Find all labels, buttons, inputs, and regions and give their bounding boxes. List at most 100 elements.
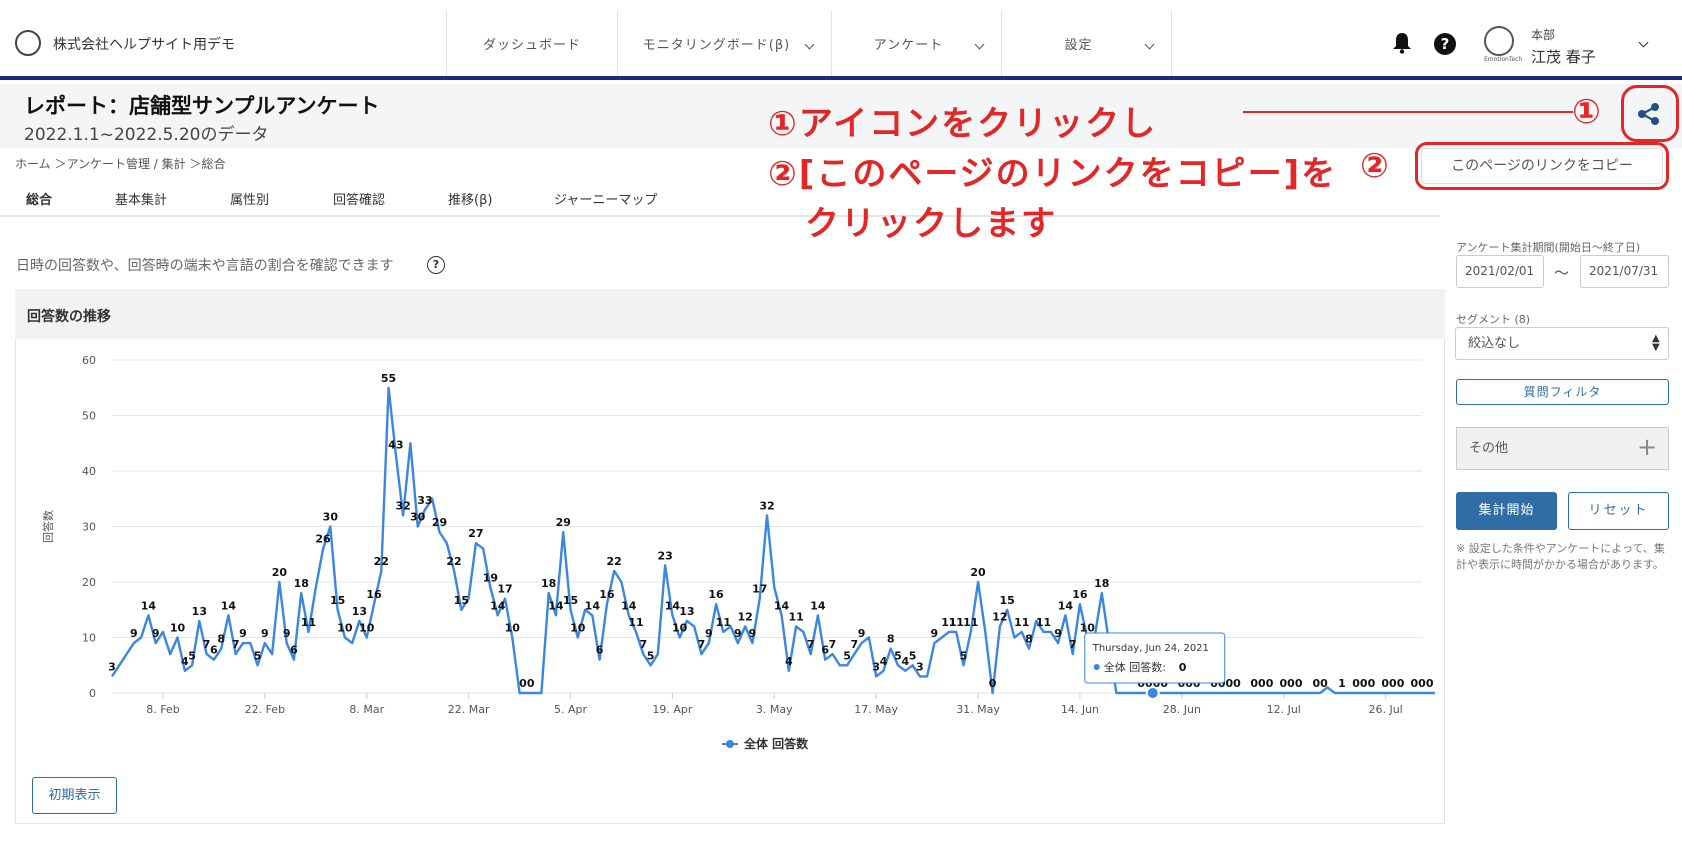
end-date-input[interactable]: 2021/07/31 bbox=[1580, 255, 1669, 288]
data-label: 5 bbox=[254, 649, 262, 662]
annotation-mark2: ② bbox=[1360, 146, 1391, 186]
reset-view-button[interactable]: 初期表示 bbox=[32, 777, 117, 814]
share-icon[interactable] bbox=[1636, 101, 1662, 131]
data-label: 000 bbox=[1381, 677, 1404, 690]
tab-overview[interactable]: 総合 bbox=[26, 189, 52, 208]
data-label: 19 bbox=[483, 572, 498, 585]
data-label: 32 bbox=[395, 499, 410, 512]
bell-icon[interactable] bbox=[1392, 32, 1412, 58]
x-tick-label: 19. Apr bbox=[652, 703, 692, 716]
page-description: 日時の回答数や、回答時の端末や言語の割合を確認できます bbox=[16, 258, 394, 274]
annotation-step2-cont: クリックします bbox=[805, 204, 1057, 244]
data-label: 15 bbox=[330, 594, 345, 607]
data-label: 17 bbox=[497, 583, 512, 596]
date-separator: 〜 bbox=[1554, 264, 1570, 282]
data-label: 000 bbox=[1411, 677, 1434, 690]
question-filter-button[interactable]: 質問フィルタ bbox=[1456, 379, 1669, 405]
breadcrumb[interactable]: ホーム ＞アンケート管理 / 集計 ＞総合 bbox=[15, 155, 225, 172]
tab-responses[interactable]: 回答確認 bbox=[333, 189, 385, 208]
data-label: 18 bbox=[1094, 577, 1109, 590]
data-label: 9 bbox=[734, 627, 742, 640]
y-axis-label: 回答数 bbox=[41, 510, 55, 543]
data-label: 33 bbox=[417, 494, 432, 507]
tab-journey-map[interactable]: ジャーニーマップ bbox=[554, 189, 657, 208]
data-label: 16 bbox=[599, 588, 615, 601]
plus-icon[interactable]: + bbox=[1637, 433, 1657, 461]
data-label: 16 bbox=[366, 588, 382, 601]
segment-select[interactable]: 絞込なし bbox=[1455, 327, 1669, 360]
data-label: 9 bbox=[931, 627, 939, 640]
annotation-line bbox=[1243, 111, 1573, 113]
data-label: 20 bbox=[272, 566, 288, 579]
data-label: 12 bbox=[992, 610, 1007, 623]
data-label: 14 bbox=[141, 599, 157, 612]
nav-monitoring-board[interactable]: モニタリングボード(β) bbox=[617, 10, 831, 76]
x-tick-label: 3. May bbox=[756, 703, 793, 716]
data-label: 0 bbox=[989, 677, 997, 690]
tab-basic[interactable]: 基本集計 bbox=[115, 189, 167, 208]
chart-panel-title: 回答数の推移 bbox=[27, 309, 111, 325]
help-icon[interactable]: ? bbox=[1434, 33, 1456, 55]
data-label: 11 bbox=[716, 616, 731, 629]
data-label: 3 bbox=[916, 660, 924, 673]
response-trend-chart: 0102030405060回答数8. Feb 22. Feb 8. Mar 22. M… bbox=[41, 354, 1435, 751]
data-label: 6 bbox=[210, 644, 218, 657]
data-label: 10 bbox=[570, 622, 586, 635]
data-label: 10 bbox=[505, 622, 521, 635]
user-name[interactable]: 江茂 春子 bbox=[1531, 46, 1596, 67]
data-label: 27 bbox=[468, 527, 483, 540]
data-label: 29 bbox=[432, 516, 447, 529]
x-tick-label: 17. May bbox=[854, 703, 898, 716]
data-label: 22 bbox=[374, 555, 389, 568]
chevron-down-icon bbox=[974, 39, 985, 50]
company-logo[interactable] bbox=[15, 30, 41, 56]
x-tick-label: 22. Mar bbox=[448, 703, 490, 716]
reset-button[interactable]: リセット bbox=[1568, 492, 1669, 530]
x-tick-label: 22. Feb bbox=[245, 703, 285, 716]
tab-trend[interactable]: 推移(β) bbox=[448, 189, 492, 208]
nav-label: モニタリングボード(β) bbox=[642, 37, 791, 53]
nav-dashboard[interactable]: ダッシュボード bbox=[446, 10, 617, 76]
tooltip-date: Thursday, Jun 24, 2021 bbox=[1092, 643, 1209, 654]
y-tick-label: 30 bbox=[82, 521, 96, 534]
data-label: 11 bbox=[963, 616, 978, 629]
data-label: 13 bbox=[192, 605, 207, 618]
tab-attribute[interactable]: 属性別 bbox=[230, 189, 269, 208]
help-icon[interactable]: ? bbox=[427, 256, 445, 274]
x-tick-label: 8. Mar bbox=[349, 703, 384, 716]
data-label: 12 bbox=[738, 610, 753, 623]
period-label: アンケート集計期間(開始日〜終了日) bbox=[1456, 241, 1641, 254]
copy-link-button[interactable]: このページのリンクをコピー bbox=[1421, 148, 1663, 184]
start-aggregation-button[interactable]: 集計開始 bbox=[1456, 492, 1557, 530]
y-tick-label: 60 bbox=[82, 354, 96, 367]
data-label: 00 bbox=[519, 677, 535, 690]
data-label: 8 bbox=[217, 633, 225, 646]
tooltip-marker bbox=[1093, 664, 1100, 670]
data-label: 14 bbox=[585, 599, 601, 612]
data-label: 7 bbox=[1069, 638, 1077, 651]
data-label: 15 bbox=[1000, 594, 1015, 607]
data-label: 11 bbox=[628, 616, 643, 629]
annotation-step2: ②[このページのリンクをコピー]を bbox=[768, 154, 1338, 194]
x-tick-label: 26. Jul bbox=[1368, 703, 1402, 716]
main-nav: ダッシュボード モニタリングボード(β) アンケート 設定 bbox=[446, 10, 1172, 76]
data-label: 15 bbox=[454, 594, 469, 607]
tooltip-box bbox=[1084, 632, 1226, 684]
data-label: 14 bbox=[490, 599, 506, 612]
data-label: 14 bbox=[548, 599, 564, 612]
nav-survey[interactable]: アンケート bbox=[831, 10, 1001, 76]
avatar-caption: EmotionTech bbox=[1484, 56, 1523, 63]
data-label: 18 bbox=[541, 577, 556, 590]
data-label: 14 bbox=[1058, 599, 1074, 612]
data-label: 9 bbox=[1054, 627, 1062, 640]
sidebar-note: ※ 設定した条件やアンケートによって、集計や表示に時間がかかる場合があります。 bbox=[1456, 542, 1665, 571]
avatar[interactable] bbox=[1484, 26, 1514, 56]
data-label: 9 bbox=[152, 627, 160, 640]
data-label: 11 bbox=[1036, 616, 1051, 629]
chevron-down-icon bbox=[804, 39, 815, 50]
nav-settings[interactable]: 設定 bbox=[1001, 10, 1172, 76]
data-label: 18 bbox=[294, 577, 309, 590]
data-label: 5 bbox=[843, 649, 851, 662]
start-date-input[interactable]: 2021/02/01 bbox=[1456, 255, 1544, 288]
data-label: 7 bbox=[232, 638, 240, 651]
